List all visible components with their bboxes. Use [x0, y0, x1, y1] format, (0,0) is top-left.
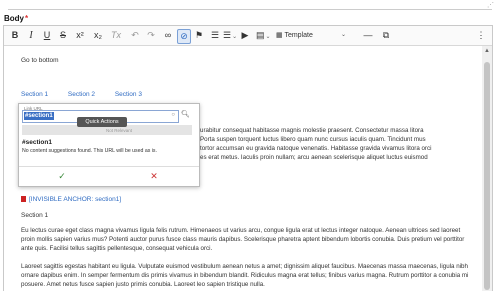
editor-content-area[interactable]: Go to bottom Section 1 Section 2 Section…	[4, 46, 480, 291]
paragraph-2: Eu lectus curae eget class magna vivamus…	[21, 227, 465, 252]
numbered-list-button[interactable]: ☰⌄	[223, 29, 237, 42]
body-field-label: Body*	[4, 14, 28, 23]
section-link-1[interactable]: Section 1	[21, 91, 48, 98]
subscript-button[interactable]: x₂	[91, 29, 105, 42]
numbered-list-icon: ☰	[223, 30, 232, 40]
link-url-value: #section1	[24, 112, 54, 120]
template-dropdown[interactable]: ▦ Template ⌄	[276, 29, 346, 42]
section-1-heading: Section 1	[21, 212, 49, 219]
media-button[interactable]: ▶	[240, 29, 250, 42]
superscript-button[interactable]: x²	[73, 29, 87, 42]
paragraph-1-line-3: tortor accumsan eu gravida natoque venen…	[200, 145, 432, 152]
quick-actions-tooltip: Quick Actions	[77, 117, 127, 127]
embed-button[interactable]: ⧉	[380, 29, 392, 42]
scrollbar-thumb[interactable]	[484, 62, 490, 290]
paragraph-1-line-1: urabitur consequat habitasse magnis mole…	[200, 127, 424, 134]
anchor-flag-icon	[21, 196, 26, 202]
template-label: Template	[284, 32, 313, 39]
chevron-down-icon: ⌄	[232, 34, 238, 40]
table-button[interactable]: ▤⌄	[256, 29, 271, 42]
invisible-anchor-marker[interactable]: [INVISIBLE ANCHOR: section1]	[21, 196, 121, 203]
paragraph-1-line-2: Porta suspen torquent luctus libero quam…	[200, 136, 426, 143]
strikethrough-button[interactable]: S	[58, 29, 68, 42]
suggestion-title[interactable]: #section1	[22, 139, 52, 146]
not-relevant-label: Not Relevant	[106, 128, 133, 133]
clear-input-icon[interactable]: ○	[171, 112, 175, 118]
section-links: Section 1 Section 2 Section 3	[21, 91, 160, 98]
flag-icon[interactable]: ⚑	[194, 29, 204, 42]
popup-button-row: ✓ ✕	[19, 166, 199, 186]
anchor-link-button[interactable]: ⊘	[177, 29, 191, 44]
previous-field-border	[8, 9, 492, 10]
link-button[interactable]: ∞	[162, 29, 174, 42]
body-label-text: Body	[4, 14, 24, 23]
section-link-3[interactable]: Section 3	[115, 91, 142, 98]
link-edit-popup: Link URL #section1 ○ 🔍︎ Not Relevant Qui…	[18, 103, 200, 187]
underline-button[interactable]: U	[42, 29, 52, 42]
chevron-down-icon: ⌄	[265, 34, 271, 40]
suggestion-description: No content suggestions found. This URL w…	[22, 148, 157, 154]
paragraph-3: Laoreet sagittis egestas habitant eu lig…	[21, 263, 469, 288]
chevron-down-icon: ⌄	[340, 32, 346, 38]
rich-text-editor[interactable]: B I U S x² x₂ Tx ↶ ↷ ∞ ⊘ ⚑ ☰ ☰⌄ ▶ ▤⌄ ▦ T…	[3, 25, 493, 291]
required-marker: *	[25, 14, 29, 23]
editor-scrollbar[interactable]: ▲	[482, 46, 492, 291]
invisible-anchor-label: [INVISIBLE ANCHOR: section1]	[29, 196, 122, 203]
redo-button[interactable]: ↷	[145, 29, 157, 42]
clear-formatting-button[interactable]: Tx	[109, 29, 123, 42]
previous-field-frame: ⋰	[0, 0, 500, 12]
section-link-2[interactable]: Section 2	[68, 91, 95, 98]
scroll-up-icon[interactable]: ▲	[484, 48, 490, 54]
editor-toolbar: B I U S x² x₂ Tx ↶ ↷ ∞ ⊘ ⚑ ☰ ☰⌄ ▶ ▤⌄ ▦ T…	[4, 26, 492, 46]
table-icon: ▤	[256, 30, 265, 40]
bold-button[interactable]: B	[10, 29, 20, 42]
search-icon[interactable]: 🔍︎	[181, 110, 190, 118]
bulleted-list-button[interactable]: ☰	[210, 29, 220, 42]
horizontal-rule-button[interactable]: —	[362, 29, 374, 42]
more-options-button[interactable]: ⋮	[476, 29, 486, 42]
italic-button[interactable]: I	[26, 29, 36, 42]
undo-button[interactable]: ↶	[129, 29, 141, 42]
confirm-link-button[interactable]: ✓	[22, 169, 102, 183]
go-to-bottom-link[interactable]: Go to bottom	[21, 56, 59, 65]
paragraph-1-line-4: es erat metus. Iaculis proin nullam; arc…	[200, 154, 428, 161]
cancel-link-button[interactable]: ✕	[114, 169, 194, 183]
resize-grip-icon[interactable]: ⋰	[487, 1, 494, 9]
